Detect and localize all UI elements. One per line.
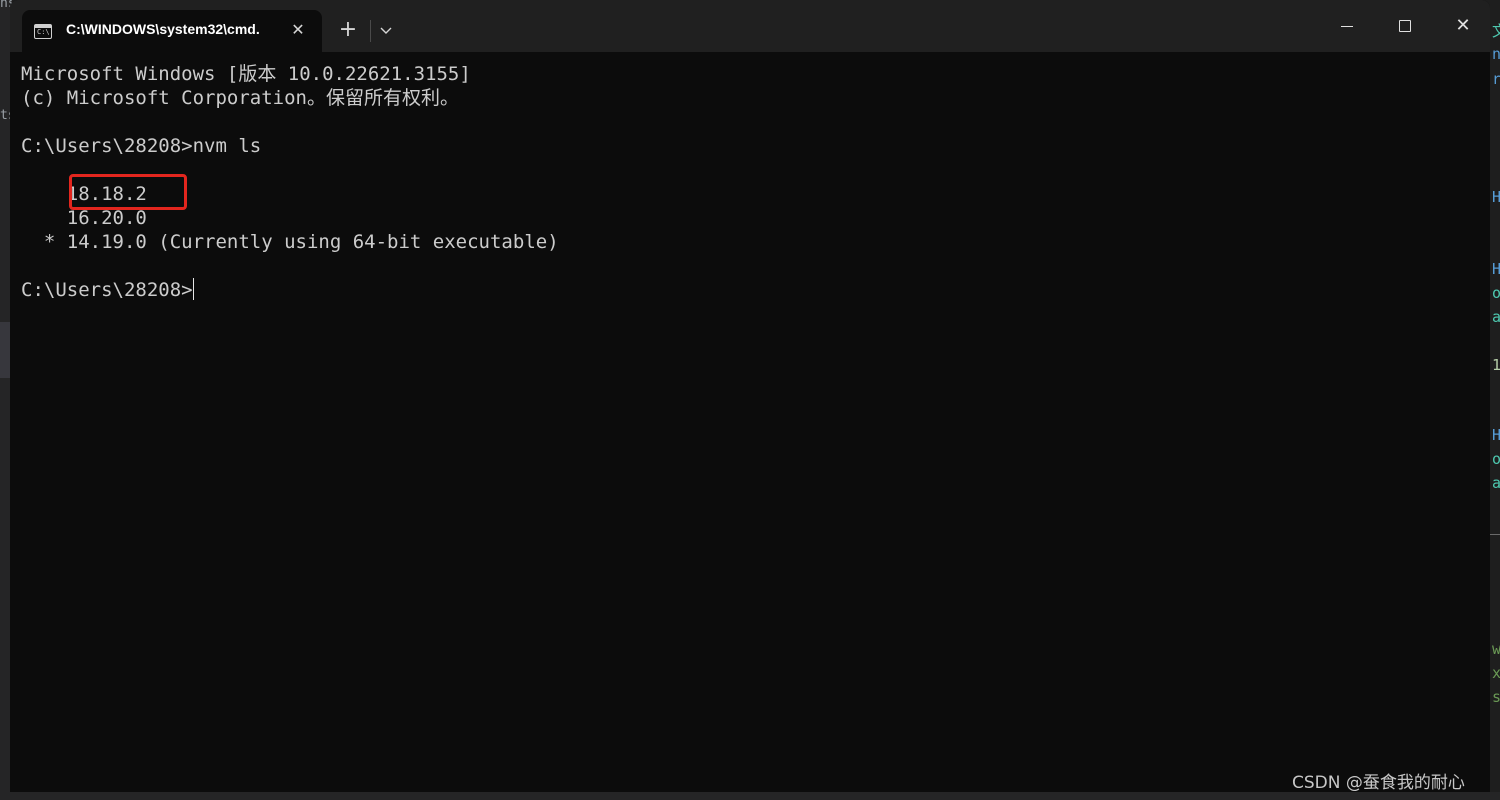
chevron-down-icon[interactable] [372, 16, 400, 44]
close-icon[interactable]: ✕ [286, 18, 310, 42]
terminal-icon: C:\ [34, 24, 52, 39]
plus-icon[interactable]: + [334, 16, 362, 44]
text-cursor [192, 278, 194, 300]
terminal-window: C:\ C:\WINDOWS\system32\cmd. ✕ + ✕ Micro… [10, 0, 1490, 792]
console-line: Microsoft Windows [版本 10.0.22621.3155] [21, 63, 471, 85]
maximize-button[interactable] [1382, 8, 1428, 44]
console-line: 16.20.0 [21, 207, 147, 229]
close-icon: ✕ [1455, 15, 1471, 36]
prompt-glyph: C:\ [37, 28, 50, 36]
title-bar[interactable]: C:\ C:\WINDOWS\system32\cmd. ✕ + ✕ [10, 0, 1490, 52]
console-line: (c) Microsoft Corporation。保留所有权利。 [21, 87, 459, 109]
close-window-button[interactable]: ✕ [1440, 8, 1486, 44]
maximize-icon [1399, 20, 1411, 32]
minimize-icon [1341, 26, 1353, 27]
console-output[interactable]: Microsoft Windows [版本 10.0.22621.3155] (… [21, 62, 1481, 782]
prompt-line: C:\Users\28208> [21, 278, 1481, 302]
minimize-button[interactable] [1324, 8, 1370, 44]
console-line: 18.18.2 [21, 183, 147, 205]
background-editor-bottom [0, 792, 1500, 800]
console-line: * 14.19.0 (Currently using 64-bit execut… [21, 231, 559, 253]
tab-title: C:\WINDOWS\system32\cmd. [66, 21, 260, 37]
prompt-text: C:\Users\28208> [21, 279, 193, 301]
background-editor-right: 文 n r H H o a 1 H o a w x s [1490, 0, 1500, 800]
console-line: C:\Users\28208>nvm ls [21, 135, 262, 157]
version-highlight-box [69, 174, 187, 210]
tab-separator [370, 20, 371, 42]
watermark: CSDN @蚕食我的耐心 [1292, 773, 1465, 793]
tab-cmd[interactable]: C:\ C:\WINDOWS\system32\cmd. ✕ [22, 10, 322, 52]
